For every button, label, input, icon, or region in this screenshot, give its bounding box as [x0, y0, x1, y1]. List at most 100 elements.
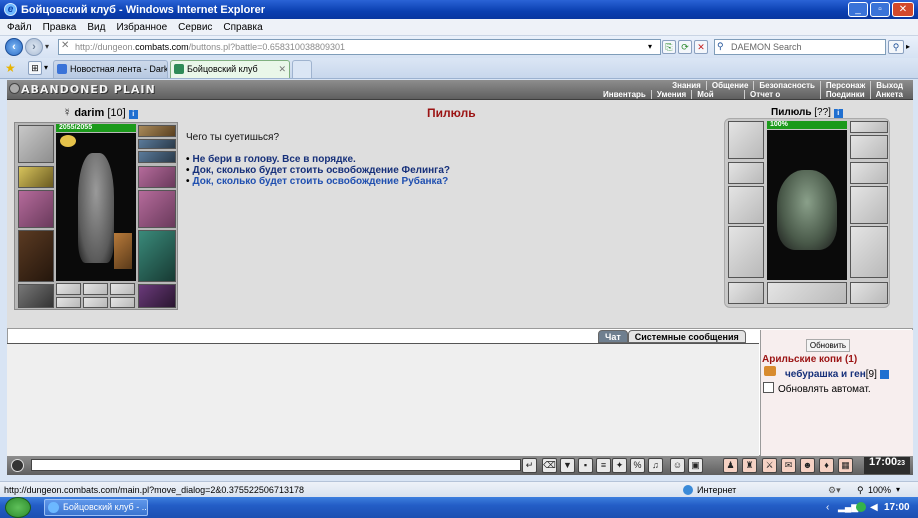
minimize-button[interactable]: _: [848, 2, 868, 17]
bracers-slot[interactable]: [18, 166, 54, 188]
refresh-button[interactable]: Обновить: [806, 339, 850, 352]
belt-slot[interactable]: [18, 284, 54, 308]
sound-icon[interactable]: ♫: [648, 458, 663, 473]
player-info-icon[interactable]: i: [128, 110, 138, 119]
bag-icon[interactable]: ♦: [819, 458, 834, 473]
private-message-icon[interactable]: [764, 366, 776, 376]
gloves-slot[interactable]: [138, 166, 176, 188]
filter-icon[interactable]: ▼: [560, 458, 575, 473]
friends-icon[interactable]: ☻: [800, 458, 815, 473]
clan-icon[interactable]: ⚔: [762, 458, 777, 473]
link-transfer-report[interactable]: Отчет о переводах: [745, 90, 821, 108]
tab-darkclan[interactable]: Новостная лента - DarkClan: [53, 60, 168, 78]
images-icon[interactable]: ▣: [688, 458, 703, 473]
rune-slot-3[interactable]: [110, 283, 135, 295]
rune-slot-2[interactable]: [83, 283, 108, 295]
tab-close-icon[interactable]: ✕: [278, 61, 286, 77]
abilities-icon[interactable]: ♟: [723, 458, 738, 473]
menu-file[interactable]: Файл: [7, 22, 32, 33]
favorites-star-icon[interactable]: ★: [5, 61, 16, 75]
online-user-name[interactable]: чебурашка и ген: [785, 369, 866, 380]
option-text[interactable]: Не бери в голову. Все в порядке.: [193, 154, 356, 165]
menu-edit[interactable]: Правка: [43, 22, 77, 33]
ring-slots[interactable]: [138, 139, 176, 149]
clear-icon[interactable]: ⌫: [542, 458, 557, 473]
tab-chat[interactable]: Чат: [598, 330, 628, 343]
offhand-slot[interactable]: [138, 190, 176, 228]
link-character[interactable]: Персонаж: [821, 81, 872, 90]
mail-icon[interactable]: ✉: [781, 458, 796, 473]
rune-slot-1[interactable]: [56, 283, 81, 295]
network-icon[interactable]: [856, 502, 866, 512]
link-knowledge[interactable]: Знания: [667, 81, 707, 90]
refresh-icon[interactable]: ⟳: [678, 40, 692, 54]
player-name[interactable]: darim: [74, 107, 104, 119]
save-icon[interactable]: ▪: [578, 458, 593, 473]
protected-mode-icon[interactable]: ⚙▾: [828, 482, 841, 498]
chat-input[interactable]: [31, 459, 521, 471]
taskbar-item-combats[interactable]: Бойцовский клуб - ...: [44, 499, 148, 516]
search-input[interactable]: DAEMON Search: [714, 39, 886, 55]
menu-help[interactable]: Справка: [223, 22, 262, 33]
link-social[interactable]: Общение: [707, 81, 755, 90]
address-input[interactable]: http://dungeon.combats.com/buttons.pl?ba…: [58, 39, 661, 55]
settings-icon[interactable]: [11, 459, 24, 472]
amulet-slot[interactable]: [60, 135, 76, 147]
tray-arrow-icon[interactable]: ‹: [826, 497, 829, 518]
scroll-slot-2[interactable]: [83, 297, 108, 308]
quick-tabs-icon[interactable]: ⊞: [28, 61, 42, 75]
quest-icon[interactable]: ♜: [742, 458, 757, 473]
tab-combats[interactable]: Бойцовский клуб ✕: [170, 60, 290, 78]
menu-favorites[interactable]: Избранное: [116, 22, 167, 33]
online-user[interactable]: чебурашка и ген[9]: [785, 369, 889, 380]
option-text[interactable]: Док, сколько будет стоить освобождение Ф…: [193, 165, 451, 176]
weapon-slot[interactable]: [18, 190, 54, 228]
send-icon[interactable]: ↵: [522, 458, 537, 473]
scroll-slot-1[interactable]: [56, 297, 81, 308]
npc-info-icon[interactable]: i: [833, 109, 843, 118]
address-dropdown-icon[interactable]: ▾: [648, 42, 652, 51]
menu-view[interactable]: Вид: [87, 22, 105, 33]
search-go-icon[interactable]: ⚲: [888, 40, 904, 54]
smiley-icon[interactable]: ☺: [670, 458, 685, 473]
scroll-slot-3[interactable]: [110, 297, 135, 308]
new-tab-button[interactable]: [292, 60, 312, 78]
history-dropdown-icon[interactable]: ▾: [45, 42, 49, 51]
scroll-icon[interactable]: ≡: [596, 458, 611, 473]
link-security[interactable]: Безопасность: [754, 81, 821, 90]
user-info-icon[interactable]: [879, 369, 889, 379]
boots-slot[interactable]: [138, 284, 176, 308]
stop-icon[interactable]: ✕: [694, 40, 708, 54]
link-battles[interactable]: Поединки: [821, 90, 871, 99]
link-inventory[interactable]: Инвентарь: [598, 90, 652, 99]
close-button[interactable]: ✕: [892, 2, 914, 17]
compat-view-icon[interactable]: ⎘: [662, 40, 676, 54]
option-text[interactable]: Док, сколько будет стоить освобождение Р…: [193, 176, 449, 187]
helmet-slot[interactable]: [18, 125, 54, 163]
pet-slot[interactable]: [114, 233, 132, 269]
zoom-dropdown-icon[interactable]: ▾: [896, 482, 900, 498]
link-profile[interactable]: Анкета: [871, 90, 908, 99]
link-exit[interactable]: Выход: [871, 81, 908, 90]
maximize-button[interactable]: ▫: [870, 2, 890, 17]
translit-icon[interactable]: %: [630, 458, 645, 473]
dialog-option-3[interactable]: • Док, сколько будет стоить освобождение …: [186, 176, 448, 187]
tab-list-icon[interactable]: ▾: [44, 63, 48, 72]
menu-tools[interactable]: Сервис: [178, 22, 212, 33]
armor-slot[interactable]: [18, 230, 54, 282]
tab-system-messages[interactable]: Системные сообщения: [627, 330, 746, 343]
dialog-option-2[interactable]: • Док, сколько будет стоить освобождение …: [186, 165, 450, 176]
forward-button[interactable]: ›: [25, 38, 43, 56]
link-skills[interactable]: Умения: [652, 90, 693, 99]
back-button[interactable]: ‹: [5, 38, 23, 56]
search-options-icon[interactable]: ▸: [906, 42, 910, 51]
dialog-option-1[interactable]: • Не бери в голову. Все в порядке.: [186, 154, 356, 165]
auto-refresh-checkbox[interactable]: [763, 382, 774, 393]
volume-icon[interactable]: ◀: [870, 497, 878, 518]
link-my-ecroll[interactable]: Мой Экролл: [692, 90, 746, 108]
chat-log[interactable]: [7, 343, 759, 456]
walk-icon[interactable]: ✦: [612, 458, 627, 473]
calendar-icon[interactable]: ▦: [838, 458, 853, 473]
start-button[interactable]: [5, 497, 31, 518]
earrings-slot[interactable]: [138, 125, 176, 137]
